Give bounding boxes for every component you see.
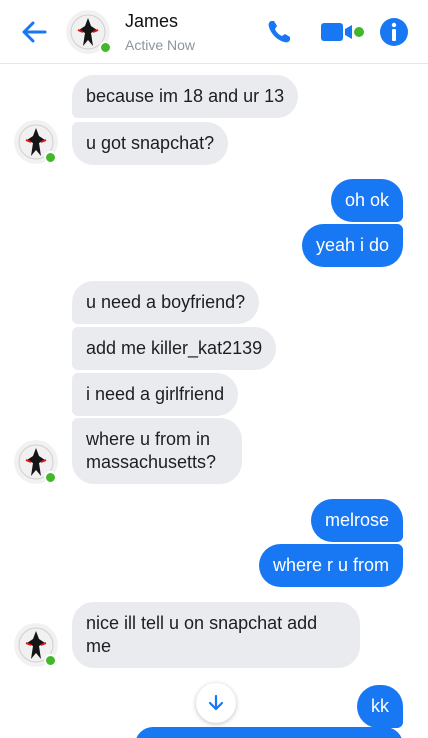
outgoing-message[interactable]: where r u from [258,544,403,587]
active-status: Active Now [125,37,196,53]
incoming-message[interactable]: add me killer_kat2139 [72,327,277,370]
outgoing-message[interactable]: yeah i do [301,224,403,267]
active-indicator [44,654,57,667]
info-icon[interactable] [378,16,410,48]
incoming-message[interactable]: u got snapchat? [72,122,229,165]
incoming-message[interactable]: i need a girlfriend [72,373,239,416]
active-indicator [44,471,57,484]
incoming-message[interactable]: nice ill tell u on snapchat add me [72,602,360,668]
contact-name[interactable]: James [125,11,178,32]
video-camera-icon[interactable] [319,16,365,48]
outgoing-message[interactable]: oh ok [330,179,403,222]
outgoing-message[interactable]: melrose [310,499,403,542]
incoming-message[interactable]: because im 18 and ur 13 [72,75,299,118]
active-indicator [44,151,57,164]
conversation-header: James Active Now [0,0,428,64]
scroll-to-bottom-button[interactable] [196,683,236,723]
message-thread[interactable]: because im 18 and ur 13 u got snapchat? … [0,65,428,738]
phone-icon[interactable] [263,16,295,48]
arrow-down-icon [208,694,224,711]
incoming-message[interactable]: u need a boyfriend? [72,281,260,324]
outgoing-message[interactable]: kk [357,685,403,728]
back-arrow-icon[interactable] [18,16,50,48]
incoming-message[interactable]: where u from in massachusetts? [72,418,242,484]
active-indicator [99,41,112,54]
outgoing-message-partial[interactable] [135,727,403,738]
